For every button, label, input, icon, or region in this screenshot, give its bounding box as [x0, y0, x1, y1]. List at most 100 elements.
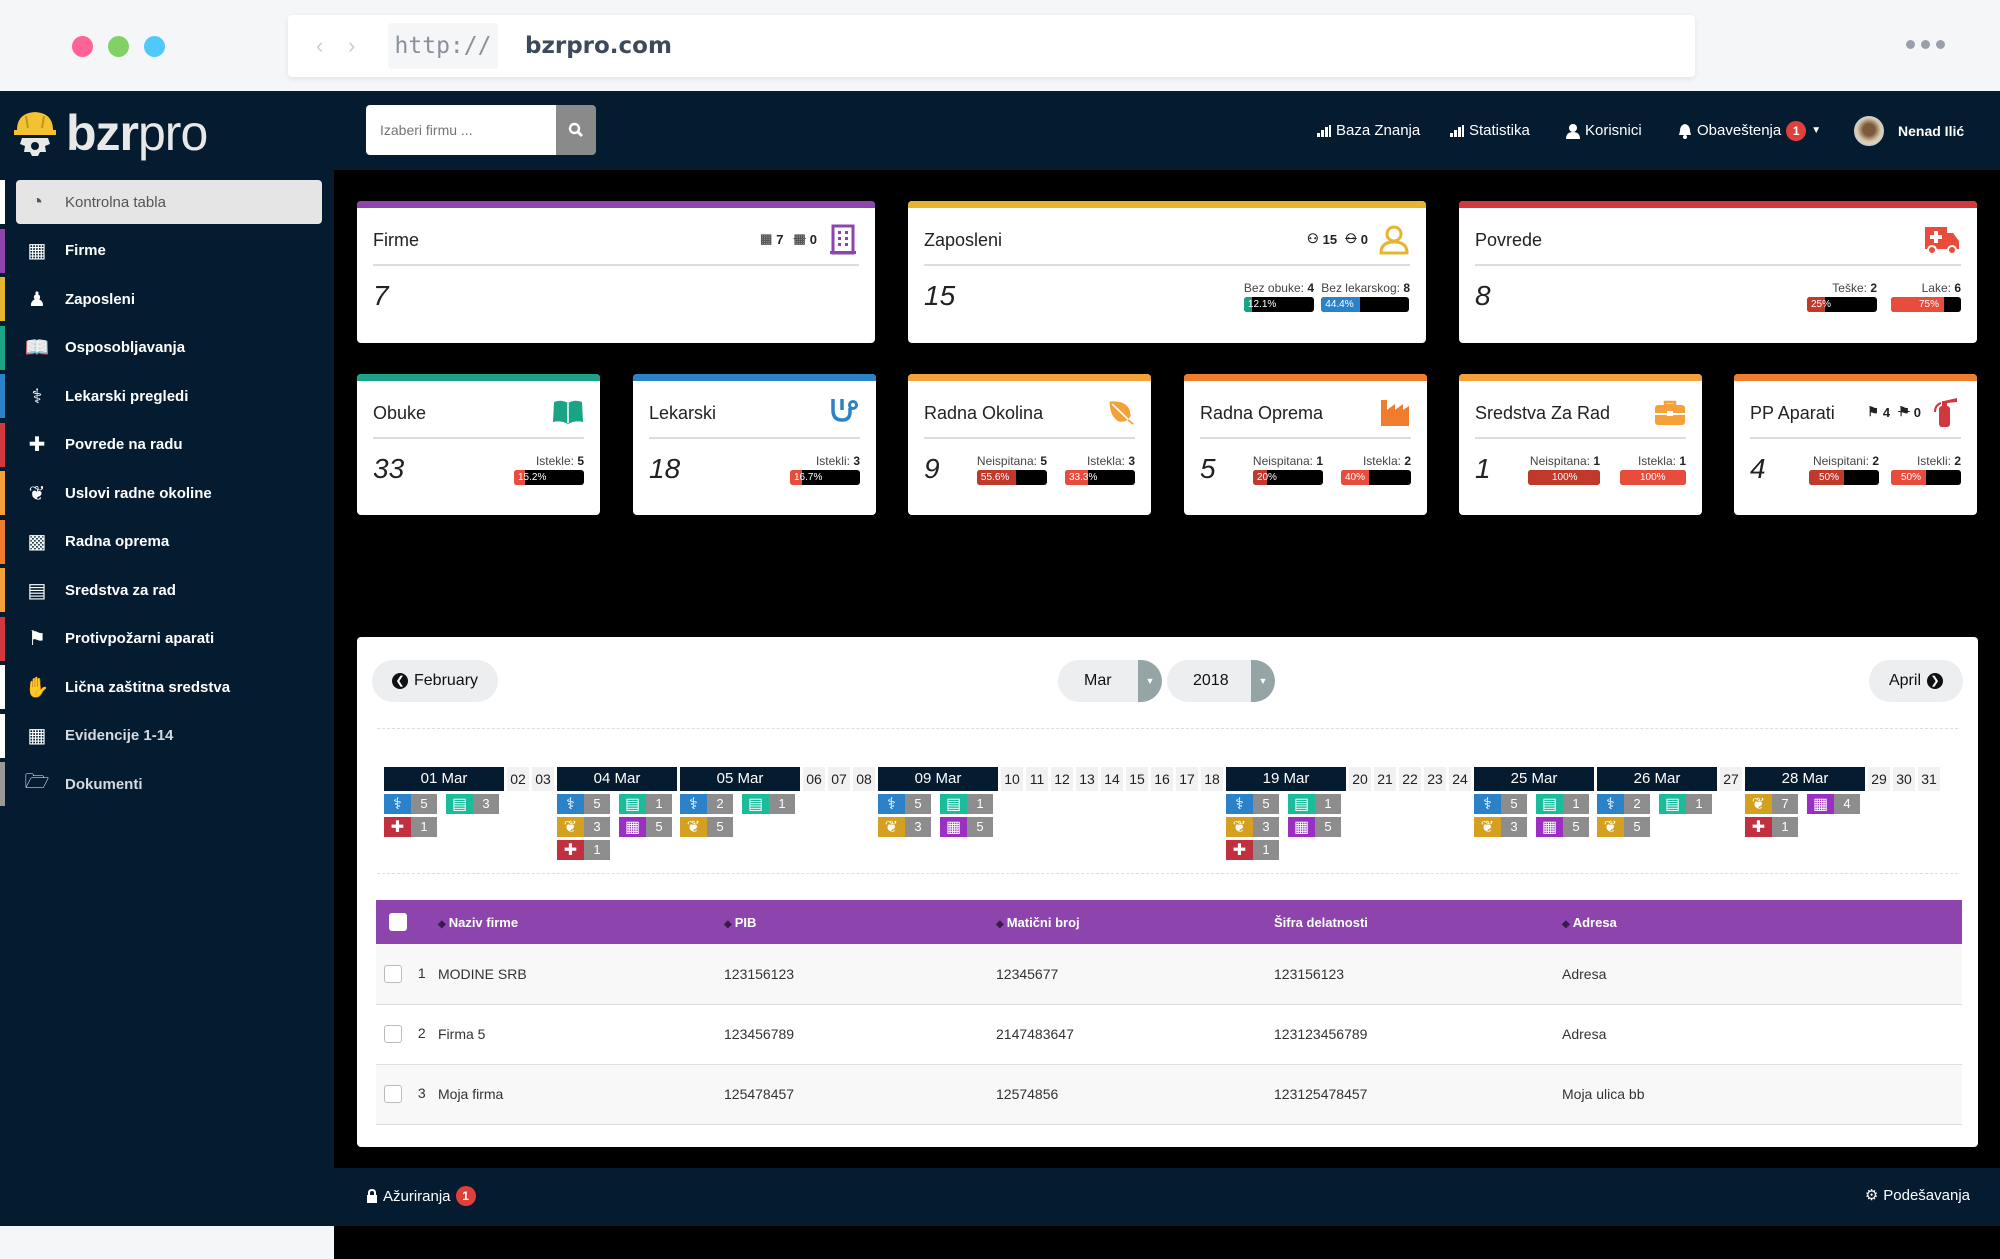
calendar-day[interactable]: 14: [1101, 767, 1123, 791]
row-checkbox[interactable]: [384, 1025, 402, 1044]
nav-statistika[interactable]: Statistika: [1450, 91, 1530, 170]
logo[interactable]: bzrpro: [12, 103, 208, 163]
more-menu-icon[interactable]: [1906, 40, 1945, 49]
calendar-day[interactable]: 27: [1720, 767, 1742, 791]
calendar-day[interactable]: 08: [853, 767, 875, 791]
table-row[interactable]: 2 Firma 5 123456789 2147483647 123123456789 A…: [376, 1004, 1962, 1065]
card-lekarski[interactable]: Lekarski 18 Istekli: 3 16.7%: [633, 374, 876, 515]
calendar-day[interactable]: 11: [1026, 767, 1048, 791]
calendar-day-header[interactable]: 09 Mar: [878, 767, 998, 791]
calendar-day[interactable]: 07: [828, 767, 850, 791]
search-button[interactable]: [556, 105, 596, 155]
sidebar-item-radna-oprema[interactable]: ▩ Radna oprema: [0, 519, 334, 564]
updates-link[interactable]: Ažuriranja 1: [366, 1186, 476, 1206]
calendar-day[interactable]: 02: [507, 767, 529, 791]
year-select[interactable]: 2018 ▼: [1167, 660, 1275, 702]
col-naziv[interactable]: ◆ Naziv firme: [438, 900, 724, 944]
calendar-day-header[interactable]: 04 Mar: [557, 767, 677, 791]
sidebar-item-zaposleni[interactable]: ♟ Zaposleni: [0, 277, 334, 321]
calendar-event-leaf[interactable]: ❦ 3: [1226, 817, 1279, 837]
sidebar-item-osposobljavanja[interactable]: 📖 Osposobljavanja: [0, 325, 334, 370]
calendar-event-leaf[interactable]: ❦ 3: [1474, 817, 1527, 837]
calendar-day[interactable]: 12: [1051, 767, 1073, 791]
calendar-event-book[interactable]: ▤ 1: [742, 794, 795, 814]
col-adresa[interactable]: ◆ Adresa: [1562, 900, 1962, 944]
window-close-button[interactable]: [72, 36, 93, 57]
calendar-day[interactable]: 29: [1868, 767, 1890, 791]
sidebar-item-uslovi-radne-okoline[interactable]: ❦ Uslovi radne okoline: [0, 471, 334, 515]
row-checkbox[interactable]: [384, 1085, 402, 1104]
calendar-day-header[interactable]: 19 Mar: [1226, 767, 1346, 791]
card-radna-oprema[interactable]: Radna Oprema 5 Neispitana: 1 20% Istekla…: [1184, 374, 1427, 515]
calendar-event-stethoscope[interactable]: ⚕ 5: [1226, 794, 1279, 814]
next-month-button[interactable]: April ❯: [1868, 660, 1963, 702]
calendar-day-header[interactable]: 25 Mar: [1474, 767, 1594, 791]
calendar-event-building[interactable]: ▦ 4: [1807, 794, 1860, 814]
card-pp-aparati[interactable]: PP Aparati ⚑ 4 ⚑ 0 4 Neispitani: 2 50% Ist…: [1734, 374, 1977, 515]
calendar-day[interactable]: 23: [1424, 767, 1446, 791]
calendar-day-header[interactable]: 26 Mar: [1597, 767, 1717, 791]
card-povrede[interactable]: Povrede 8 Teške: 2 25% Lake: 6 75%: [1459, 201, 1977, 343]
calendar-day[interactable]: 16: [1151, 767, 1173, 791]
sidebar-item-dokumenti[interactable]: 🗁 Dokumenti: [0, 762, 334, 806]
calendar-day[interactable]: 03: [532, 767, 554, 791]
calendar-day[interactable]: 30: [1893, 767, 1915, 791]
calendar-day[interactable]: 15: [1126, 767, 1148, 791]
row-checkbox[interactable]: [384, 964, 402, 983]
calendar-day[interactable]: 18: [1201, 767, 1223, 791]
calendar-day[interactable]: 10: [1001, 767, 1023, 791]
table-row[interactable]: 3 Moja firma 125478457 12574856 123125478457…: [376, 1064, 1962, 1125]
company-search-input[interactable]: [366, 105, 556, 155]
calendar-event-leaf[interactable]: ❦ 3: [878, 817, 931, 837]
calendar-day-header[interactable]: 28 Mar: [1745, 767, 1865, 791]
calendar-event-book[interactable]: ▤ 1: [1659, 794, 1712, 814]
calendar-event-ambulance[interactable]: ✚ 1: [1226, 840, 1279, 860]
calendar-event-book[interactable]: ▤ 1: [940, 794, 993, 814]
select-all-checkbox[interactable]: [389, 913, 407, 931]
calendar-day[interactable]: 31: [1918, 767, 1940, 791]
month-select[interactable]: Mar ▼: [1058, 660, 1162, 702]
nav-korisnici[interactable]: Korisnici: [1566, 91, 1642, 170]
calendar-event-leaf[interactable]: ❦ 3: [557, 817, 610, 837]
sidebar-item-evidencije-1-14[interactable]: ▦ Evidencije 1-14: [0, 713, 334, 758]
calendar-event-building[interactable]: ▦ 5: [619, 817, 672, 837]
window-minimize-button[interactable]: [108, 36, 129, 57]
calendar-event-leaf[interactable]: ❦ 5: [1597, 817, 1650, 837]
calendar-day[interactable]: 06: [803, 767, 825, 791]
card-sredstva-za-rad[interactable]: Sredstva Za Rad 1 Neispitana: 1 100% Ist…: [1459, 374, 1702, 515]
sidebar-item-li-na-za-titna-sredstva[interactable]: ✋ Lična zaštitna sredstva: [0, 665, 334, 709]
col-pib[interactable]: ◆ PIB: [724, 900, 996, 944]
back-icon[interactable]: ‹: [316, 33, 323, 59]
calendar-event-book[interactable]: ▤ 1: [1288, 794, 1341, 814]
calendar-event-book[interactable]: ▤ 3: [446, 794, 499, 814]
calendar-event-stethoscope[interactable]: ⚕ 2: [680, 794, 733, 814]
calendar-event-building[interactable]: ▦ 5: [940, 817, 993, 837]
sidebar-item-sredstva-za-rad[interactable]: ▤ Sredstva za rad: [0, 568, 334, 612]
sidebar-item-kontrolna-tabla[interactable]: ◔ Kontrolna tabla: [0, 180, 334, 224]
calendar-event-book[interactable]: ▤ 1: [619, 794, 672, 814]
sidebar-item-povrede-na-radu[interactable]: ✚ Povrede na radu: [0, 422, 334, 467]
calendar-event-ambulance[interactable]: ✚ 1: [557, 840, 610, 860]
calendar-day[interactable]: 17: [1176, 767, 1198, 791]
nav-obavestenja[interactable]: Obaveštenja 1 ▼: [1678, 91, 1821, 170]
table-row[interactable]: 1 MODINE SRB 123156123 12345677 123156123 Adr…: [376, 944, 1962, 1005]
sidebar-item-protivpo-arni-aparati[interactable]: ⚑ Protivpožarni aparati: [0, 616, 334, 661]
card-firme[interactable]: Firme ▦ 7 ▦ 0 7: [357, 201, 875, 343]
calendar-event-ambulance[interactable]: ✚ 1: [384, 817, 437, 837]
card-obuke[interactable]: Obuke 33 Istekle: 5 15.2%: [357, 374, 600, 515]
calendar-event-leaf[interactable]: ❦ 7: [1745, 794, 1798, 814]
calendar-day[interactable]: 13: [1076, 767, 1098, 791]
calendar-event-stethoscope[interactable]: ⚕ 5: [557, 794, 610, 814]
user-menu[interactable]: Nenad Ilić: [1854, 91, 1964, 170]
prev-month-button[interactable]: ❮ February: [372, 660, 499, 702]
calendar-event-leaf[interactable]: ❦ 5: [680, 817, 733, 837]
calendar-event-book[interactable]: ▤ 1: [1536, 794, 1589, 814]
card-zaposleni[interactable]: Zaposleni ⚇ 15 ⚇ 0 15 Bez obuke: 4 12.1% B…: [908, 201, 1426, 343]
calendar-day[interactable]: 21: [1374, 767, 1396, 791]
calendar-day[interactable]: 22: [1399, 767, 1421, 791]
calendar-day[interactable]: 20: [1349, 767, 1371, 791]
calendar-day-header[interactable]: 05 Mar: [680, 767, 800, 791]
calendar-event-stethoscope[interactable]: ⚕ 2: [1597, 794, 1650, 814]
address-bar[interactable]: ‹ › http:// bzrpro.com: [288, 15, 1695, 77]
calendar-event-stethoscope[interactable]: ⚕ 5: [878, 794, 931, 814]
